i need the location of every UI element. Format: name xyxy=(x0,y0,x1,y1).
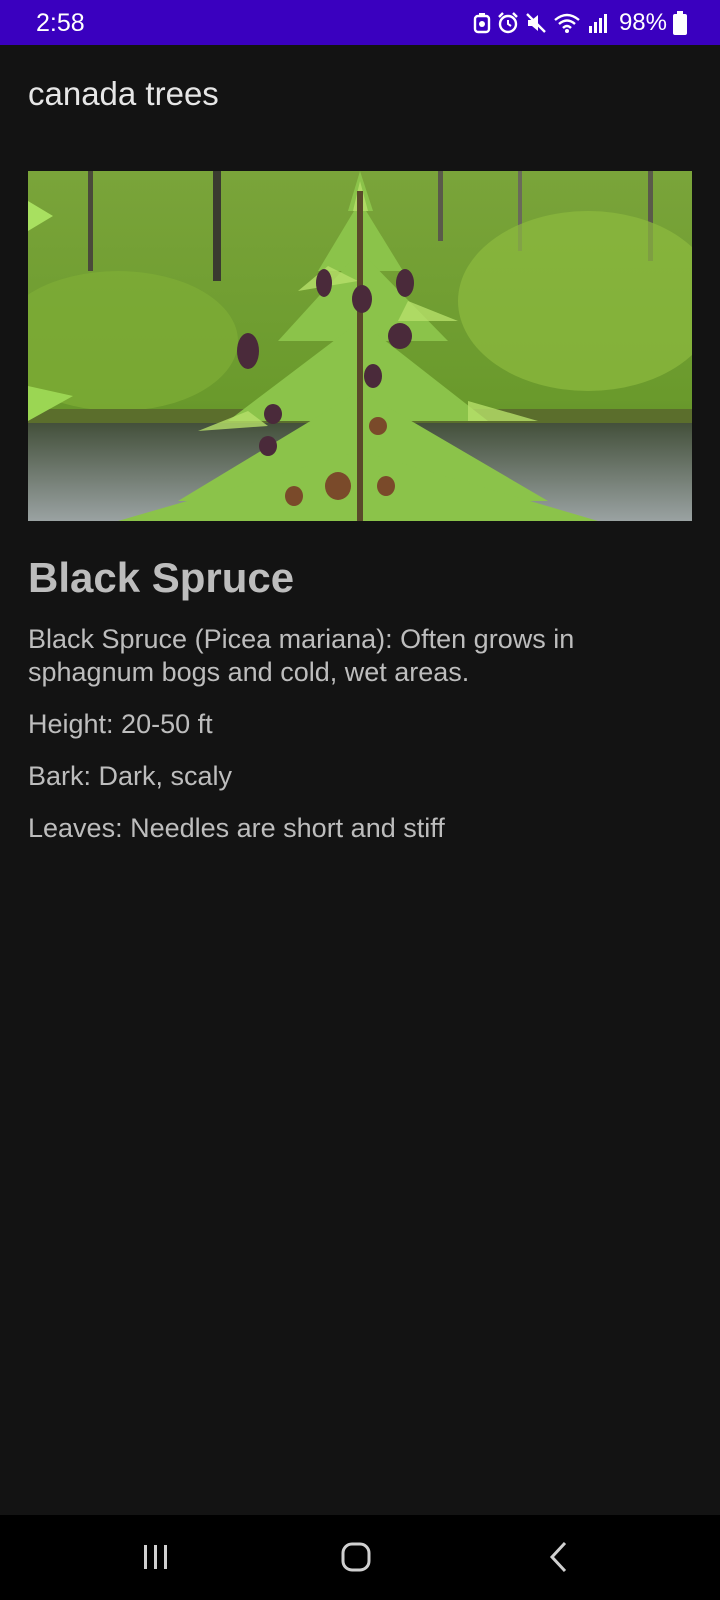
mute-icon xyxy=(526,13,546,33)
tree-bark: Bark: Dark, scaly xyxy=(28,761,233,791)
app-title: canada trees xyxy=(28,75,219,112)
tree-name: Black Spruce xyxy=(28,554,295,601)
navigation-bar xyxy=(0,1515,720,1600)
battery-icon xyxy=(673,11,687,35)
signal-icon xyxy=(588,14,607,33)
home-button[interactable] xyxy=(332,1535,380,1579)
recents-icon xyxy=(144,1545,167,1569)
status-time: 2:58 xyxy=(36,9,85,37)
status-bar: 2:58 98% xyxy=(0,0,720,45)
tree-description: Black Spruce (Picea mariana): Often grow… xyxy=(28,624,575,687)
back-button[interactable] xyxy=(535,1535,583,1579)
notification-icon xyxy=(473,13,491,34)
alarm-icon xyxy=(498,12,518,34)
app-bar: canada trees xyxy=(0,45,720,145)
tree-leaves: Leaves: Needles are short and stiff xyxy=(28,813,445,843)
home-icon xyxy=(341,1542,371,1572)
battery-percentage: 98% xyxy=(618,9,667,36)
tree-height: Height: 20-50 ft xyxy=(28,709,213,739)
status-icons: 98% xyxy=(473,9,687,37)
tree-image xyxy=(28,171,692,521)
back-icon xyxy=(549,1541,567,1573)
tree-details: Black Spruce Black Spruce (Picea mariana… xyxy=(28,553,688,864)
wifi-icon xyxy=(554,13,580,33)
recents-button[interactable] xyxy=(132,1535,180,1579)
